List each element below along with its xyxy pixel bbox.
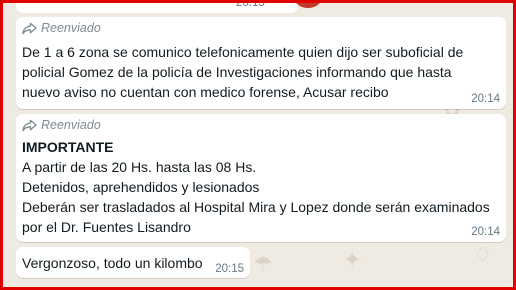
message-line: policial Gomez de la policía de Investig…	[22, 64, 452, 80]
message-text: De 1 a 6 zona se comunico telefonicament…	[22, 42, 463, 102]
message-text: Vergonzoso, todo un kilombo	[22, 255, 203, 271]
forwarded-label: Reenviado	[22, 21, 101, 35]
doodle-icon: ♢	[473, 243, 493, 268]
forwarded-text: Reenviado	[41, 118, 101, 132]
message-bubble[interactable]: Vergonzoso, todo un kilombo 20:15	[16, 247, 250, 278]
message-bubble[interactable]: Reenviado De 1 a 6 zona se comunico tele…	[16, 17, 506, 109]
message-time: 20:14	[471, 226, 500, 238]
message-line: Detenidos, aprehendidos y lesionados	[22, 179, 260, 195]
message-time: 20:15	[236, 0, 265, 9]
message-bubble[interactable]: Reenviado IMPORTANTE A partir de las 20 …	[16, 114, 506, 242]
message-line: por el Dr. Fuentes Lisandro	[22, 219, 191, 235]
message-line: A partir de las 20 Hs. hasta las 08 Hs.	[22, 159, 257, 175]
doodle-icon: ✦	[343, 248, 362, 273]
message-line: Deberán ser trasladados al Hospital Mira…	[22, 199, 490, 215]
forward-arrow-icon	[22, 22, 37, 34]
message-line: nuevo aviso no cuentan con medico forens…	[22, 84, 389, 100]
message-heading: IMPORTANTE	[22, 139, 114, 155]
message-time: 20:15	[215, 263, 244, 275]
message-text: IMPORTANTE A partir de las 20 Hs. hasta …	[22, 137, 490, 237]
message-time: 20:14	[471, 93, 500, 105]
forwarded-text: Reenviado	[41, 21, 101, 35]
doodle-icon: ☂	[253, 253, 273, 278]
chat-area: ✿ ♢ ✦ ☂ 20:15 Reenviado De 1 a 6 zona se…	[0, 0, 516, 290]
message-line: De 1 a 6 zona se comunico telefonicament…	[22, 44, 464, 60]
forwarded-label: Reenviado	[22, 118, 101, 132]
forward-arrow-icon	[22, 119, 37, 131]
